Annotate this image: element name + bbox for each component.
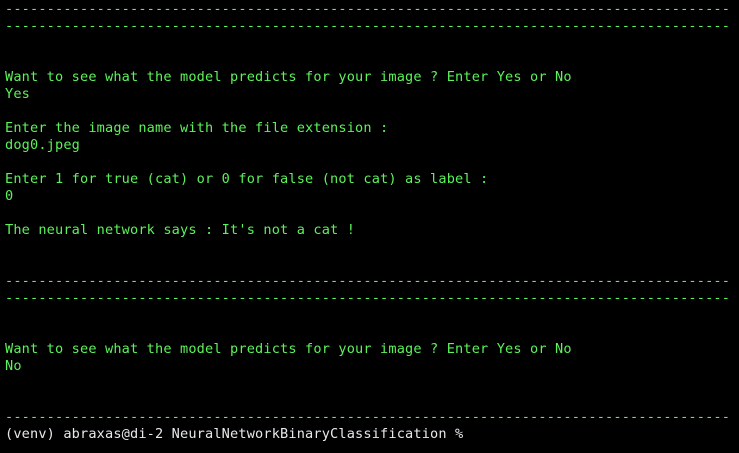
- terminal-window[interactable]: ----------------------------------------…: [5, 0, 735, 453]
- separator-line: ----------------------------------------…: [5, 273, 730, 289]
- prompt-question: Enter the image name with the file exten…: [5, 120, 389, 136]
- user-answer: dog0.jpeg: [5, 137, 81, 153]
- prompt-question: Enter 1 for true (cat) or 0 for false (n…: [5, 171, 489, 187]
- separator-line: ----------------------------------------…: [5, 18, 730, 34]
- separator-line: ----------------------------------------…: [5, 290, 730, 306]
- user-answer: 0: [5, 188, 14, 204]
- separator-line: ----------------------------------------…: [5, 409, 730, 425]
- prompt-question: Want to see what the model predicts for …: [5, 69, 572, 85]
- prediction-output: The neural network says : It's not a cat…: [5, 222, 356, 238]
- separator-line: ----------------------------------------…: [5, 1, 730, 17]
- user-answer: Yes: [5, 86, 31, 102]
- user-answer: No: [5, 358, 22, 374]
- prompt-question: Want to see what the model predicts for …: [5, 341, 572, 357]
- shell-prompt[interactable]: (venv) abraxas@di-2 NeuralNetworkBinaryC…: [5, 426, 463, 443]
